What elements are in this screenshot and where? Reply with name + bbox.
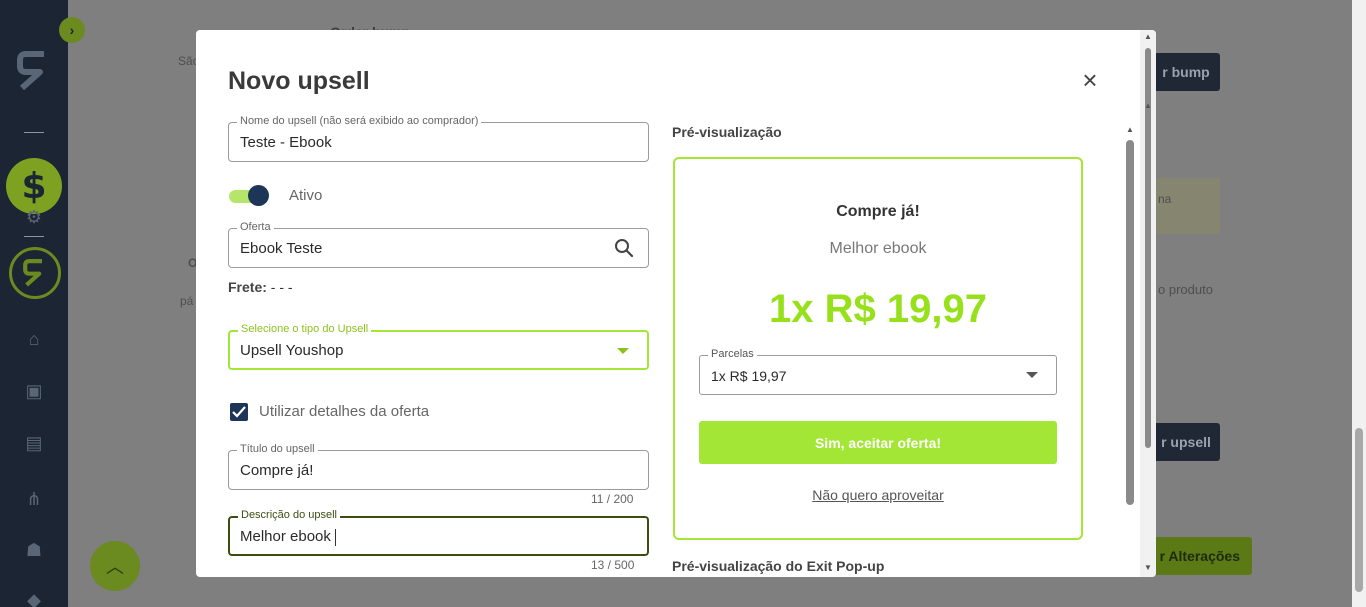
network-icon[interactable]: ⋔ <box>22 487 46 511</box>
scroll-up-arrow-icon[interactable]: ▲ <box>1144 101 1152 110</box>
installments-value: 1x R$ 19,97 <box>711 368 787 384</box>
upsell-name-field[interactable]: Nome do upsell (não será exibido ao comp… <box>228 115 649 162</box>
active-label: Ativo <box>289 187 323 204</box>
preview-heading: Pré-visualização <box>672 124 782 140</box>
upsell-name-value: Teste - Ebook <box>240 134 332 151</box>
description-char-counter: 13 / 500 <box>591 558 635 572</box>
field-label: Nome do upsell (não será exibido ao comp… <box>237 115 482 127</box>
preview-scrollbar[interactable]: ▲ <box>1124 125 1136 577</box>
chevron-up-icon: ︿ <box>106 557 124 577</box>
page-scrollbar[interactable] <box>1352 0 1366 607</box>
bg-add-bump-button[interactable]: r bump <box>1152 53 1220 91</box>
gear-icon[interactable]: ⚙ <box>22 205 46 229</box>
upsell-description-value: Melhor ebook <box>240 528 336 546</box>
field-label: Selecione o tipo do Upsell <box>238 323 372 335</box>
preview-description: Melhor ebook <box>829 240 927 257</box>
accept-offer-button[interactable]: Sim, aceitar oferta! <box>699 421 1057 464</box>
bg-text: o produto <box>1158 282 1213 297</box>
sidebar-expand-button[interactable]: › <box>59 17 85 43</box>
preview-price: 1x R$ 19,97 <box>769 287 987 331</box>
bg-text: na <box>1158 192 1172 206</box>
upsell-title-value: Compre já! <box>240 462 314 479</box>
new-upsell-modal: Novo upsell × Nome do upsell (não será e… <box>196 30 1156 577</box>
search-icon[interactable] <box>614 238 634 258</box>
preview-scrollbar-thumb[interactable] <box>1126 140 1134 505</box>
bg-text: pá <box>180 294 194 308</box>
bg-add-upsell-button[interactable]: r upsell <box>1152 423 1220 461</box>
chevron-down-icon <box>1026 372 1038 378</box>
page-scrollbar-thumb[interactable] <box>1355 428 1363 592</box>
checkmark-icon <box>232 406 246 418</box>
field-label: Título do upsell <box>237 443 318 455</box>
bg-notice <box>1156 178 1220 234</box>
upsell-title-field[interactable]: Título do upsell Compre já! <box>228 443 649 490</box>
preview-title: Compre já! <box>836 203 920 220</box>
title-char-counter: 11 / 200 <box>591 492 634 506</box>
sidebar-divider <box>24 132 44 133</box>
shipping-info: Frete: - - - <box>228 279 293 295</box>
scroll-to-top-button[interactable]: ︿ <box>90 541 140 591</box>
home-icon[interactable]: ⌂ <box>22 327 46 351</box>
shipping-value: - - - <box>270 279 293 295</box>
exit-popup-preview-heading: Pré-visualização do Exit Pop-up <box>672 558 885 574</box>
modal-scrollbar[interactable]: ▲ ▲ ▼ <box>1140 30 1156 577</box>
use-offer-details-label: Utilizar detalhes da oferta <box>259 403 430 420</box>
text-caret <box>334 528 336 546</box>
field-label: Parcelas <box>708 348 757 360</box>
field-label: Oferta <box>237 221 274 233</box>
upsell-type-select[interactable]: Selecione o tipo do Upsell Upsell Yousho… <box>228 323 649 370</box>
sidebar-divider <box>24 236 44 237</box>
logo-icon <box>17 51 44 91</box>
installments-select[interactable]: Parcelas 1x R$ 19,97 <box>699 348 1057 395</box>
scroll-down-arrow-icon[interactable]: ▼ <box>1144 563 1152 572</box>
toggle-knob <box>248 185 269 206</box>
sidebar: $ ⚙ ⌂ ▣ ▤ ⋔ ☗ ◆ <box>0 0 68 607</box>
scroll-up-arrow-icon[interactable]: ▲ <box>1126 125 1134 134</box>
offer-search-field[interactable]: Oferta Ebook Teste <box>228 221 649 268</box>
brand-ring-icon[interactable] <box>9 247 61 299</box>
scroll-up-arrow-icon[interactable]: ▲ <box>1144 32 1152 41</box>
users-icon[interactable]: ☗ <box>22 538 46 562</box>
chevron-right-icon: › <box>69 22 75 38</box>
chevron-down-icon <box>617 348 629 354</box>
presentation-icon[interactable]: ▤ <box>22 431 46 455</box>
modal-title: Novo upsell <box>228 67 370 95</box>
bg-save-changes-button[interactable]: r Alterações <box>1140 537 1252 575</box>
upsell-description-field[interactable]: Descrição do upsell Melhor ebook <box>228 509 649 556</box>
active-toggle[interactable] <box>229 185 269 206</box>
field-label: Descrição do upsell <box>238 509 340 521</box>
logo-icon <box>23 259 42 287</box>
shipping-label: Frete: <box>228 279 267 295</box>
decline-offer-link[interactable]: Não quero aproveitar <box>675 487 1081 503</box>
close-icon[interactable]: × <box>1080 67 1100 93</box>
description-text: Melhor ebook <box>240 528 331 545</box>
upsell-type-value: Upsell Youshop <box>240 342 344 359</box>
bag-icon[interactable]: ▣ <box>22 379 46 403</box>
offer-value: Ebook Teste <box>240 240 323 257</box>
use-offer-details-checkbox[interactable] <box>230 403 248 421</box>
diamond-icon[interactable]: ◆ <box>22 588 46 607</box>
upsell-preview-card: Compre já! Melhor ebook 1x R$ 19,97 Parc… <box>673 157 1083 540</box>
